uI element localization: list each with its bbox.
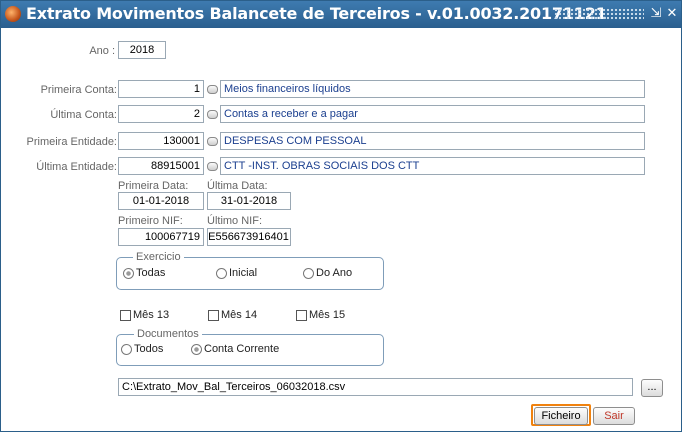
ultima-conta-field[interactable]: 2 (118, 105, 204, 123)
file-path-field[interactable]: C:\Extrato_Mov_Bal_Terceiros_06032018.cs… (118, 378, 633, 396)
mes13-label[interactable]: Mês 13 (133, 309, 169, 322)
primeira-conta-label: Primeira Conta: (40, 84, 117, 96)
ultima-conta-desc: Contas a receber e a pagar (220, 105, 645, 123)
drag-grip[interactable] (554, 8, 644, 20)
ultima-data-label: Última Data: (207, 180, 268, 192)
minimize-icon[interactable]: ⇲ (649, 6, 663, 20)
mes15-label[interactable]: Mês 15 (309, 309, 345, 322)
window-title: Extrato Movimentos Balancete de Terceiro… (26, 4, 607, 23)
close-icon[interactable]: ✕ (665, 6, 679, 20)
radio-inicial[interactable] (216, 268, 227, 279)
title-bar[interactable]: Extrato Movimentos Balancete de Terceiro… (1, 1, 681, 28)
radio-conta-corrente-label[interactable]: Conta Corrente (204, 343, 279, 356)
primeira-conta-field[interactable]: 1 (118, 80, 204, 98)
documentos-legend: Documentos (134, 328, 202, 341)
mes15-checkbox[interactable] (296, 310, 307, 321)
ano-label: Ano : (89, 45, 115, 57)
radio-do-ano[interactable] (303, 268, 314, 279)
dialog-window: Extrato Movimentos Balancete de Terceiro… (0, 0, 682, 432)
ultimo-nif-label: Último NIF: (207, 215, 262, 227)
primeira-conta-desc: Meios financeiros líquidos (220, 80, 645, 98)
radio-todos-label[interactable]: Todos (134, 343, 163, 356)
primeira-entidade-desc: DESPESAS COM PESSOAL (220, 132, 645, 150)
lookup-button-icon[interactable] (207, 137, 218, 146)
ano-field[interactable]: 2018 (118, 41, 166, 59)
ultima-entidade-field[interactable]: 88915001 (118, 157, 204, 175)
radio-todas[interactable] (123, 268, 134, 279)
radio-conta-corrente[interactable] (191, 344, 202, 355)
radio-do-ano-label[interactable]: Do Ano (316, 267, 352, 280)
primeira-data-label: Primeira Data: (118, 180, 189, 192)
mes13-checkbox[interactable] (120, 310, 131, 321)
exercicio-legend: Exercicio (133, 251, 184, 264)
primeiro-nif-field[interactable]: 100067719 (118, 228, 204, 246)
ultimo-nif-field[interactable]: 3E556673916401 (207, 228, 291, 246)
mes14-label[interactable]: Mês 14 (221, 309, 257, 322)
ficheiro-button[interactable]: Ficheiro (534, 407, 588, 425)
app-logo-icon (5, 6, 21, 22)
radio-inicial-label[interactable]: Inicial (229, 267, 257, 280)
primeira-entidade-label: Primeira Entidade: (26, 136, 118, 148)
ultima-entidade-desc: CTT -INST. OBRAS SOCIAIS DOS CTT (220, 157, 645, 175)
lookup-button-icon[interactable] (207, 85, 218, 94)
ultimo-nif-value: 3E556673916401 (207, 231, 289, 243)
browse-button[interactable]: ... (641, 379, 663, 397)
ultima-data-field[interactable]: 31-01-2018 (207, 192, 291, 210)
primeiro-nif-label: Primeiro NIF: (118, 215, 183, 227)
ultima-entidade-label: Última Entidade: (36, 161, 117, 173)
mes14-checkbox[interactable] (208, 310, 219, 321)
primeira-entidade-field[interactable]: 130001 (118, 132, 204, 150)
radio-todos[interactable] (121, 344, 132, 355)
primeira-data-field[interactable]: 01-01-2018 (118, 192, 204, 210)
lookup-button-icon[interactable] (207, 110, 218, 119)
ultima-conta-label: Última Conta: (50, 109, 117, 121)
radio-todas-label[interactable]: Todas (136, 267, 165, 280)
sair-button[interactable]: Sair (593, 407, 635, 425)
lookup-button-icon[interactable] (207, 162, 218, 171)
